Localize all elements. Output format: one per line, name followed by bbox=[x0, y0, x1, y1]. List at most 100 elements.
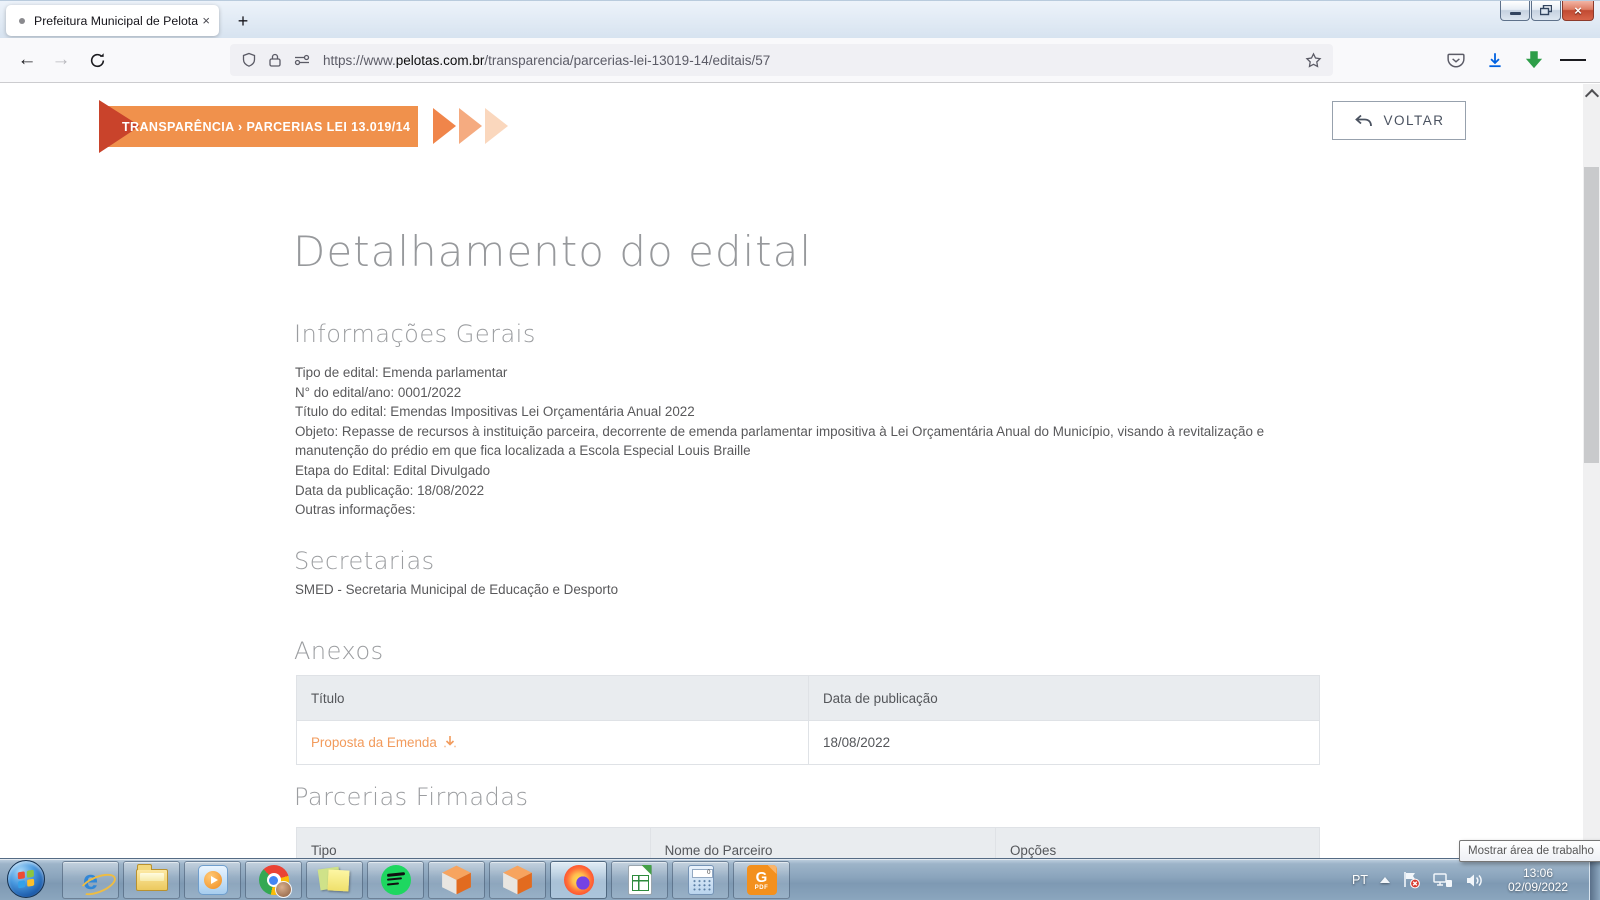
anexo-link-label: Proposta da Emenda bbox=[311, 735, 437, 750]
orange-cube-icon bbox=[442, 865, 472, 895]
secretaria-value: SMED - Secretaria Municipal de Educação … bbox=[295, 582, 618, 597]
url-text[interactable]: https://www.pelotas.com.br/transparencia… bbox=[323, 53, 1297, 68]
reload-icon bbox=[89, 52, 106, 69]
minimize-icon bbox=[1510, 12, 1521, 15]
taskbar-item-internet-explorer[interactable]: e bbox=[62, 861, 119, 899]
info-line: N° do edital/ano: 0001/2022 bbox=[295, 383, 1311, 403]
taskbar-item-libreoffice-calc[interactable] bbox=[611, 861, 668, 899]
show-hidden-icons[interactable] bbox=[1380, 877, 1390, 883]
internet-explorer-icon: e bbox=[83, 867, 98, 894]
page-content: TRANSPARÊNCIA › PARCERIAS LEI 13.019/14 … bbox=[0, 84, 1600, 858]
libreoffice-calc-icon bbox=[628, 865, 652, 895]
close-icon: × bbox=[1574, 4, 1582, 17]
extension-green-arrow-icon[interactable] bbox=[1521, 47, 1547, 73]
foxit-pdf-icon: GPDF bbox=[747, 865, 777, 895]
back-button[interactable]: ← bbox=[10, 38, 44, 82]
browser-navbar: ← → https://www.pelotas.com.br/transpare… bbox=[0, 38, 1600, 83]
volume-icon[interactable] bbox=[1465, 872, 1484, 889]
taskbar-item-sticky-notes[interactable] bbox=[306, 861, 363, 899]
permissions-icon[interactable] bbox=[293, 52, 311, 68]
chevron-right-icon bbox=[459, 108, 482, 144]
firefox-icon bbox=[564, 865, 594, 895]
pocket-icon[interactable] bbox=[1443, 47, 1469, 73]
info-lines: Tipo de edital: Emenda parlamentar N° do… bbox=[295, 363, 1311, 520]
table-row: Proposta da Emenda 18/08/2022 bbox=[297, 721, 1319, 764]
sticky-notes-icon bbox=[319, 865, 351, 895]
page-scrollbar[interactable] bbox=[1583, 84, 1600, 858]
start-button[interactable] bbox=[7, 860, 45, 898]
info-line: Objeto: Repasse de recursos à instituiçã… bbox=[295, 422, 1311, 461]
menu-hamburger-icon[interactable] bbox=[1560, 47, 1586, 73]
forward-button: → bbox=[44, 38, 78, 82]
clock-date: 02/09/2022 bbox=[1496, 880, 1580, 894]
reload-button[interactable] bbox=[80, 38, 114, 82]
url-domain: pelotas.com.br bbox=[396, 53, 485, 68]
orange-cube-icon bbox=[503, 865, 533, 895]
taskbar-item-cube-app-2[interactable] bbox=[489, 861, 546, 899]
page-title: Detalhamento do edital bbox=[293, 227, 812, 276]
windows-flag-icon bbox=[18, 870, 35, 889]
screen: Prefeitura Municipal de Pelotas × + × ← … bbox=[0, 0, 1600, 900]
info-line: Data da publicação: 18/08/2022 bbox=[295, 481, 1311, 501]
restore-button[interactable] bbox=[1531, 1, 1561, 21]
tab-favicon-icon bbox=[19, 18, 25, 24]
minimize-button[interactable] bbox=[1500, 1, 1530, 21]
network-icon[interactable] bbox=[1433, 872, 1453, 889]
close-button[interactable]: × bbox=[1562, 1, 1594, 21]
action-center-flag-icon[interactable] bbox=[1402, 871, 1421, 889]
shield-icon[interactable] bbox=[241, 52, 257, 68]
lock-icon[interactable] bbox=[268, 52, 282, 68]
chrome-icon bbox=[259, 865, 289, 895]
breadcrumb: TRANSPARÊNCIA › PARCERIAS LEI 13.019/14 bbox=[122, 120, 410, 134]
taskbar-item-spotify[interactable] bbox=[367, 861, 424, 899]
language-indicator[interactable]: PT bbox=[1352, 873, 1368, 887]
taskbar-clock[interactable]: 13:06 02/09/2022 bbox=[1496, 866, 1580, 894]
toolbar-right-icons bbox=[1443, 38, 1586, 82]
back-arrow-icon bbox=[1353, 114, 1373, 128]
voltar-label: VOLTAR bbox=[1383, 113, 1444, 128]
url-path: /transparencia/parcerias-lei-13019-14/ed… bbox=[484, 53, 770, 68]
show-desktop-button[interactable] bbox=[1589, 859, 1600, 900]
downloads-icon[interactable] bbox=[1482, 47, 1508, 73]
window-controls: × bbox=[1499, 1, 1594, 21]
taskbar: e 0 GPDF bbox=[0, 858, 1600, 900]
tab-close-icon[interactable]: × bbox=[202, 13, 210, 28]
voltar-button[interactable]: VOLTAR bbox=[1332, 101, 1466, 140]
url-prefix: https://www. bbox=[323, 53, 396, 68]
browser-tab[interactable]: Prefeitura Municipal de Pelotas × bbox=[6, 5, 219, 36]
bookmark-star-icon[interactable] bbox=[1305, 52, 1322, 69]
url-bar[interactable]: https://www.pelotas.com.br/transparencia… bbox=[230, 44, 1333, 76]
section-heading-secretarias: Secretarias bbox=[294, 547, 435, 575]
taskbar-item-chrome[interactable] bbox=[245, 861, 302, 899]
system-tray: PT bbox=[1352, 859, 1580, 900]
chevron-right-icon bbox=[485, 108, 508, 144]
scrollbar-thumb[interactable] bbox=[1584, 167, 1599, 463]
taskbar-item-cube-app-1[interactable] bbox=[428, 861, 485, 899]
anexo-cell-titulo: Proposta da Emenda bbox=[297, 721, 808, 764]
info-line: Tipo de edital: Emenda parlamentar bbox=[295, 363, 1311, 383]
section-heading-informacoes: Informações Gerais bbox=[294, 320, 536, 348]
section-heading-anexos: Anexos bbox=[294, 637, 384, 665]
new-tab-button[interactable]: + bbox=[230, 8, 256, 34]
info-line: Outras informações: bbox=[295, 500, 1311, 520]
tab-title: Prefeitura Municipal de Pelotas bbox=[34, 14, 198, 28]
taskbar-item-media-player[interactable] bbox=[184, 861, 241, 899]
anexo-cell-data: 18/08/2022 bbox=[808, 721, 1319, 764]
breadcrumb-banner: TRANSPARÊNCIA › PARCERIAS LEI 13.019/14 bbox=[101, 106, 418, 147]
col-header-data-publicacao: Data de publicação bbox=[808, 676, 1319, 720]
scroll-up-icon[interactable] bbox=[1585, 89, 1599, 103]
info-line: Etapa do Edital: Edital Divulgado bbox=[295, 461, 1311, 481]
anexos-table: Título Data de publicação Proposta da Em… bbox=[296, 675, 1320, 765]
chrome-profile-avatar bbox=[275, 881, 292, 898]
taskbar-item-windows-explorer[interactable] bbox=[123, 861, 180, 899]
anexo-download-link[interactable]: Proposta da Emenda bbox=[311, 735, 457, 750]
media-player-icon bbox=[198, 865, 228, 895]
folder-icon bbox=[136, 869, 168, 891]
section-heading-parcerias: Parcerias Firmadas bbox=[294, 783, 528, 811]
taskbar-item-foxit-pdf[interactable]: GPDF bbox=[733, 861, 790, 899]
taskbar-item-firefox-active[interactable] bbox=[550, 861, 607, 899]
anexos-table-header: Título Data de publicação bbox=[297, 676, 1319, 721]
taskbar-item-calculator[interactable]: 0 bbox=[672, 861, 729, 899]
restore-icon bbox=[1540, 5, 1552, 16]
spotify-icon bbox=[381, 865, 411, 895]
